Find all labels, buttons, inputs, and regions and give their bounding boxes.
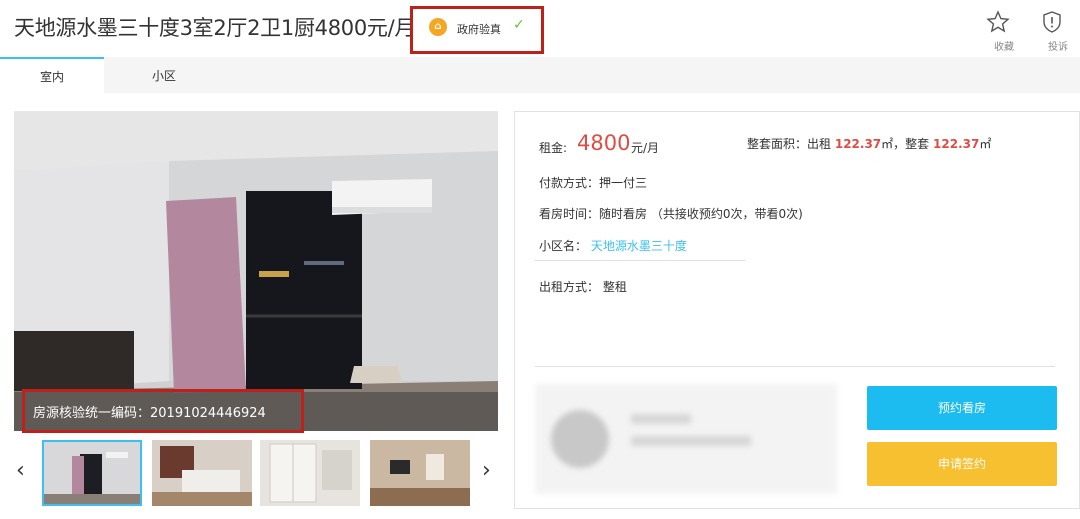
rent-label: 租金:: [539, 141, 568, 155]
tab-indoor[interactable]: 室内: [0, 57, 104, 93]
area-separator: ，整套: [893, 137, 930, 151]
room-thumbnail-image: [44, 442, 140, 504]
area-total-value: 122.37: [933, 137, 980, 151]
area-prefix: 整套面积：出租: [747, 137, 832, 151]
prev-photo-button[interactable]: ‹: [16, 458, 25, 483]
room-photo-image: [14, 111, 498, 431]
page-title: 天地源水墨三十度3室2厅2卫1厨4800元/月: [14, 16, 416, 40]
viewing-time: 看房时间：随时看房 （共接收预约0次，带看0次): [539, 207, 803, 221]
government-verified-badge: ⌂ 政府验真 ✓: [410, 6, 544, 54]
agent-card-blurred: [535, 384, 837, 494]
tab-bar: 室内 小区: [0, 57, 1080, 93]
badge-label: 政府验真: [457, 23, 501, 36]
rental-type: 出租方式： 整租: [539, 280, 627, 294]
wardrobe-thumbnail-image: [260, 440, 360, 506]
government-icon: ⌂: [429, 18, 447, 36]
avatar: [551, 410, 609, 468]
community-link[interactable]: 天地源水墨三十度: [591, 239, 687, 253]
book-viewing-button[interactable]: 预约看房: [867, 386, 1057, 430]
area-info: 整套面积：出租 122.37㎡，整套 122.37㎡: [747, 135, 991, 152]
area-unit-total: ㎡: [979, 137, 992, 151]
apply-sign-button[interactable]: 申请签约: [867, 442, 1057, 486]
area-rent-value: 122.37: [834, 137, 882, 151]
favorite-button[interactable]: 收藏: [986, 10, 1022, 53]
next-photo-button[interactable]: ›: [482, 458, 491, 483]
star-icon: [986, 10, 1010, 33]
bedroom-thumbnail-image: [152, 440, 252, 506]
favorite-label: 收藏: [994, 42, 1014, 53]
verification-code-highlight: 房源核验统一编码：20191024446924: [22, 389, 304, 433]
community-name-row: 小区名： 天地源水墨三十度: [539, 237, 687, 254]
thumbnail-4[interactable]: [370, 440, 470, 506]
report-button[interactable]: 投诉: [1040, 10, 1076, 53]
tab-community[interactable]: 小区: [114, 57, 214, 93]
listing-details-card: 租金: 4800 元/月 整套面积：出租 122.37㎡，整套 122.37㎡ …: [514, 111, 1080, 509]
thumbnail-3[interactable]: [260, 440, 360, 506]
agent-name-placeholder: [631, 414, 691, 424]
checkmark-icon: ✓: [513, 17, 525, 33]
report-label: 投诉: [1048, 42, 1068, 53]
thumbnail-2[interactable]: [152, 440, 252, 506]
divider: [535, 366, 1055, 367]
living-room-thumbnail-image: [370, 440, 470, 506]
agent-phone-placeholder: [631, 436, 751, 446]
area-unit: ㎡: [881, 137, 894, 151]
divider: [535, 260, 745, 261]
payment-method: 付款方式：押一付三: [539, 176, 648, 190]
community-label: 小区名：: [539, 239, 588, 253]
thumbnail-1[interactable]: [42, 440, 142, 506]
shield-alert-icon: [1043, 11, 1061, 33]
rent-unit: 元/月: [631, 141, 660, 155]
verification-code: 房源核验统一编码：20191024446924: [33, 406, 266, 421]
main-photo[interactable]: [14, 111, 498, 431]
rent-price: 4800: [577, 131, 631, 155]
